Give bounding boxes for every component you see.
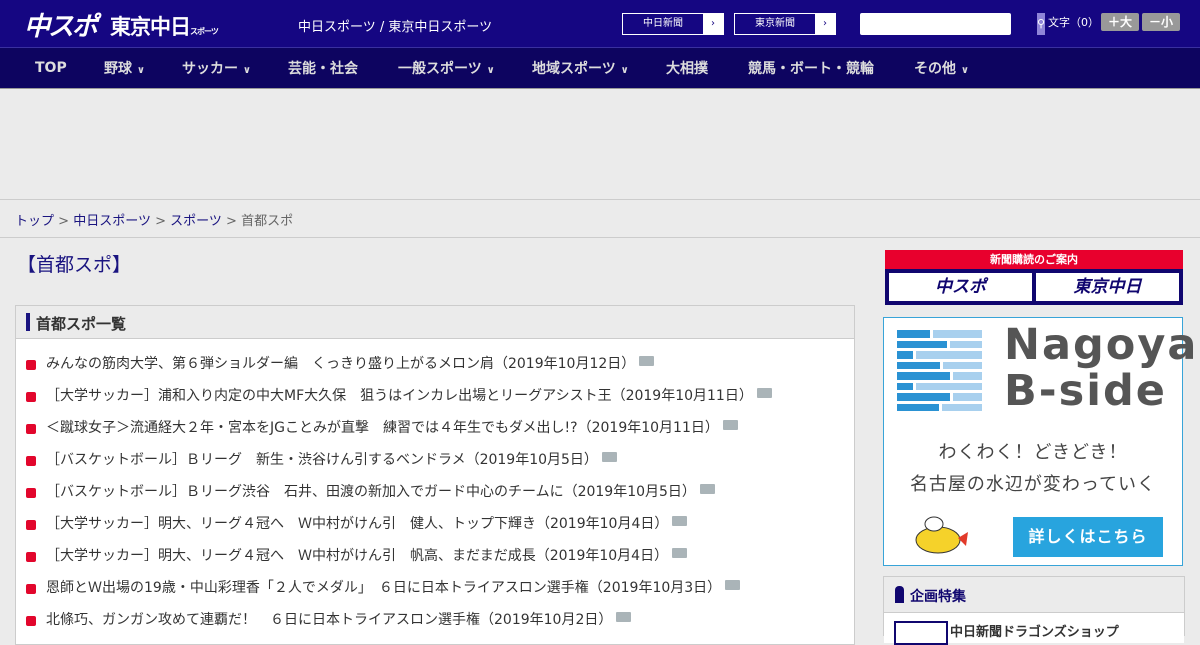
nagoya-bside-banner[interactable]: Nagoya B-side わくわく！どきどき！ 名古屋の水辺が変わっていく 詳… bbox=[883, 317, 1196, 566]
bside-details-button[interactable]: 詳しくはこちら bbox=[1013, 517, 1163, 557]
site-name: 中日スポーツ / 東京中日スポーツ bbox=[298, 20, 493, 35]
logo-chuspo[interactable]: 中スポ bbox=[24, 6, 98, 43]
chevron-down-icon: ∨ bbox=[960, 65, 969, 76]
list-item[interactable]: ［バスケットボール］Ｂリーグ渋谷 石井、田渡の新加入でガード中心のチームに（20… bbox=[16, 476, 854, 508]
nav-local-sports[interactable]: 地域スポーツ ∨ bbox=[532, 58, 629, 78]
chevron-down-icon: ∨ bbox=[136, 65, 145, 76]
font-size-label: 文字（0） bbox=[1048, 16, 1099, 29]
nav-top[interactable]: TOP bbox=[35, 60, 67, 76]
article-link[interactable]: ［大学サッカー］明大、リーグ４冠へ Ｗ中村がけん引 帆高、まだまだ成長（2019… bbox=[46, 548, 668, 564]
nav-entertainment[interactable]: 芸能・社会 bbox=[288, 58, 358, 78]
logo-tokyo-chunichi[interactable]: 東京中日スポーツ bbox=[110, 11, 219, 41]
search-icon[interactable]: ⚲ bbox=[1037, 13, 1046, 35]
nav-soccer[interactable]: サッカー ∨ bbox=[182, 58, 251, 78]
main-nav: TOP 野球 ∨ サッカー ∨ 芸能・社会 一般スポーツ ∨ 地域スポーツ ∨ … bbox=[0, 48, 1200, 89]
chevron-down-icon: ∨ bbox=[620, 65, 629, 76]
bside-title1: Nagoya bbox=[1004, 320, 1199, 370]
link-label: 東京新聞 bbox=[755, 18, 795, 29]
shrimp-mascot-icon bbox=[915, 516, 968, 554]
font-down-button[interactable]: －小 bbox=[1142, 13, 1180, 31]
search-box: ⚲ bbox=[860, 13, 1046, 35]
nav-racing[interactable]: 競馬・ボート・競輪 bbox=[748, 58, 874, 78]
camera-icon bbox=[672, 548, 688, 558]
breadcrumb-sports[interactable]: スポーツ bbox=[170, 214, 222, 229]
nav-sumo[interactable]: 大相撲 bbox=[666, 58, 708, 78]
breadcrumb-chunichi[interactable]: 中日スポーツ bbox=[73, 214, 151, 229]
subscribe-chuspo[interactable]: 中スポ bbox=[889, 273, 1032, 301]
breadcrumb-current: 首都スポ bbox=[241, 214, 294, 229]
ad-space bbox=[0, 89, 1200, 200]
article-link[interactable]: ［大学サッカー］浦和入り内定の中大MF大久保 狙うはインカレ出場とリーグアシスト… bbox=[46, 388, 753, 404]
bside-copy1: わくわく！どきどき！ bbox=[938, 442, 1128, 463]
subscribe-title: 新聞購読のご案内 bbox=[885, 250, 1183, 269]
link-label: 中日新聞 bbox=[643, 18, 683, 29]
article-link[interactable]: ［大学サッカー］明大、リーグ４冠へ Ｗ中村がけん引 健人、トップ下輝き（2019… bbox=[46, 516, 668, 532]
breadcrumb-top[interactable]: トップ bbox=[15, 214, 54, 229]
camera-icon bbox=[601, 452, 617, 462]
subscribe-banner[interactable]: 新聞購読のご案内 中スポ 東京中日 bbox=[885, 250, 1183, 305]
article-link[interactable]: ［バスケットボール］Ｂリーグ 新生・渋谷けん引するベンドラメ（2019年10月5… bbox=[46, 452, 598, 468]
camera-icon bbox=[639, 356, 655, 366]
camera-icon bbox=[616, 612, 632, 622]
list-item[interactable]: 北條巧、ガンガン攻めて連覇だ！ ６日に日本トライアスロン選手権（2019年10月… bbox=[16, 604, 854, 636]
page-title: 【首都スポ】 bbox=[17, 254, 132, 276]
bside-copy2: 名古屋の水辺が変わっていく bbox=[909, 474, 1157, 495]
chevron-down-icon: ∨ bbox=[486, 65, 495, 76]
logo-small-text: スポーツ bbox=[190, 27, 219, 36]
chevron-right-icon: › bbox=[703, 14, 723, 34]
nav-general-sports[interactable]: 一般スポーツ ∨ bbox=[398, 58, 495, 78]
chevron-right-icon: › bbox=[815, 14, 835, 34]
font-up-button[interactable]: ＋大 bbox=[1101, 13, 1139, 31]
nav-baseball[interactable]: 野球 ∨ bbox=[104, 58, 145, 78]
camera-icon bbox=[672, 516, 688, 526]
nav-other[interactable]: その他 ∨ bbox=[914, 58, 969, 78]
bside-title2: B-side bbox=[1004, 366, 1167, 416]
special-features: 企画特集 中日新聞ドラゴンズショップ bbox=[883, 576, 1185, 645]
list-item[interactable]: ［大学サッカー］明大、リーグ４冠へ Ｗ中村がけん引 健人、トップ下輝き（2019… bbox=[16, 508, 854, 540]
list-item[interactable]: みんなの筋肉大学、第６弾ショルダー編 くっきり盛り上がるメロン肩（2019年10… bbox=[16, 348, 854, 380]
camera-icon bbox=[722, 420, 738, 430]
camera-icon bbox=[725, 580, 741, 590]
article-list: 首都スポ一覧 みんなの筋肉大学、第６弾ショルダー編 くっきり盛り上がるメロン肩（… bbox=[15, 305, 855, 645]
article-link[interactable]: みんなの筋肉大学、第６弾ショルダー編 くっきり盛り上がるメロン肩（2019年10… bbox=[46, 356, 635, 372]
special-feature-item[interactable]: 中日新聞ドラゴンズショップ bbox=[884, 613, 1184, 645]
search-input[interactable] bbox=[860, 13, 1037, 35]
article-link[interactable]: 恩師とＷ出場の19歳・中山彩理香「２人でメダル」 ６日に日本トライアスロン選手権… bbox=[46, 580, 721, 596]
chevron-down-icon: ∨ bbox=[242, 65, 251, 76]
list-item[interactable]: ［バスケットボール］Ｂリーグ 新生・渋谷けん引するベンドラメ（2019年10月5… bbox=[16, 444, 854, 476]
article-link[interactable]: ［バスケットボール］Ｂリーグ渋谷 石井、田渡の新加入でガード中心のチームに（20… bbox=[46, 484, 696, 500]
chunichi-link[interactable]: 中日新聞 › bbox=[622, 13, 724, 35]
list-item[interactable]: ［大学サッカー］明大、リーグ４冠へ Ｗ中村がけん引 帆高、まだまだ成長（2019… bbox=[16, 540, 854, 572]
list-item[interactable]: 恩師とＷ出場の19歳・中山彩理香「２人でメダル」 ６日に日本トライアスロン選手権… bbox=[16, 572, 854, 604]
header: 中スポ 東京中日スポーツ 中日スポーツ / 東京中日スポーツ 中日新聞 › 東京新… bbox=[0, 0, 1200, 48]
list-item[interactable]: ［大学サッカー］浦和入り内定の中大MF大久保 狙うはインカレ出場とリーグアシスト… bbox=[16, 380, 854, 412]
tokyo-link[interactable]: 東京新聞 › bbox=[734, 13, 836, 35]
special-features-title: 企画特集 bbox=[884, 577, 1184, 613]
breadcrumb: トップ > 中日スポーツ > スポーツ > 首都スポ bbox=[0, 200, 1200, 238]
article-link[interactable]: 北條巧、ガンガン攻めて連覇だ！ ６日に日本トライアスロン選手権（2019年10月… bbox=[46, 612, 612, 628]
list-item[interactable]: ＜蹴球女子＞流通経大２年・宮本をJGことみが直撃 練習では４年生でもダメ出し!?… bbox=[16, 412, 854, 444]
camera-icon bbox=[699, 484, 715, 494]
camera-icon bbox=[756, 388, 772, 398]
logo-text: 東京中日 bbox=[110, 15, 191, 39]
subscribe-tokyo[interactable]: 東京中日 bbox=[1036, 273, 1179, 301]
list-title: 首都スポ一覧 bbox=[16, 306, 854, 339]
bside-logo-icon bbox=[897, 330, 982, 414]
article-link[interactable]: ＜蹴球女子＞流通経大２年・宮本をJGことみが直撃 練習では４年生でもダメ出し!?… bbox=[46, 420, 719, 436]
